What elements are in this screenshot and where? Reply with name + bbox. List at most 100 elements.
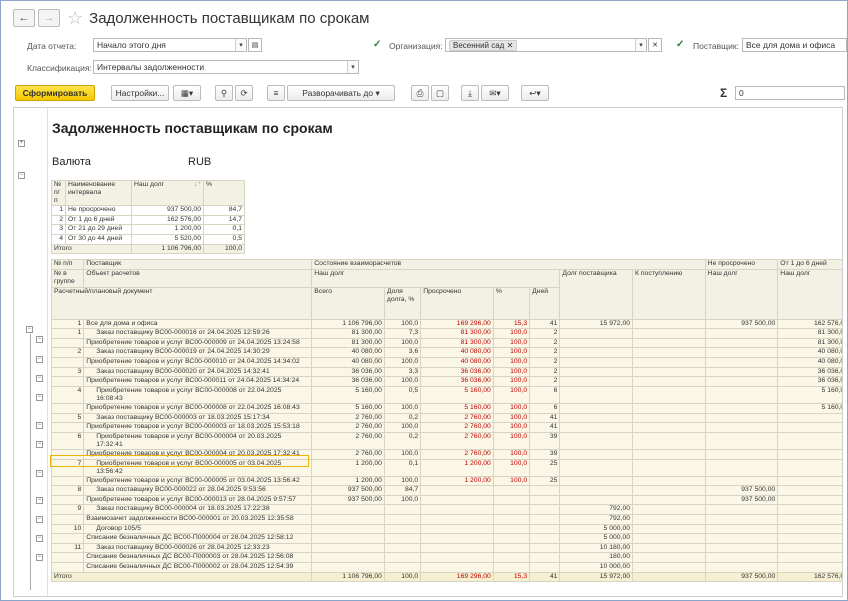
table-row[interactable]: 4 Приобретение товаров и услуг ВС00-00000… xyxy=(50,385,842,404)
expand-button[interactable]: Разворачивать до ▾ xyxy=(287,85,395,101)
clear-icon[interactable]: ✕ xyxy=(648,38,662,52)
collapse-icon[interactable]: − xyxy=(36,535,43,542)
header-supplier-debt: Долг поставщика xyxy=(559,268,634,320)
classification-field[interactable]: Интервалы задолженности ▾ xyxy=(93,60,359,74)
org-checkbox[interactable]: ✓ xyxy=(373,40,383,50)
table-row[interactable]: Приобретение товаров и услуг ВС00-000009… xyxy=(50,337,842,349)
row-1-6-days xyxy=(777,533,842,544)
collapse-icon[interactable]: − xyxy=(36,336,43,343)
chip-close-icon[interactable]: ✕ xyxy=(507,41,514,50)
row-days: 41 xyxy=(529,422,561,433)
search-icon[interactable]: ⚲ xyxy=(215,85,233,101)
table-row[interactable]: Взаимозачет задолженности ВС00-000001 от… xyxy=(50,514,842,525)
table-row[interactable]: 3 Заказ поставщику ВС00-000020 от 24.04.2… xyxy=(50,366,842,378)
row-1-6-days xyxy=(777,431,842,450)
table-row[interactable]: Списание безналичных ДС ВС00-П000002 от … xyxy=(50,562,842,573)
table-row[interactable]: Приобретение товаров и услуг ВС00-000008… xyxy=(50,402,842,414)
collapse-icon[interactable]: − xyxy=(18,172,25,179)
row-days xyxy=(529,552,561,564)
share-icon[interactable]: ↩▾ xyxy=(521,85,549,101)
table-row[interactable]: Приобретение товаров и услуг ВС00-000013… xyxy=(50,494,842,506)
collapse-icon[interactable]: − xyxy=(26,326,33,333)
row-days xyxy=(529,504,561,516)
print-icon[interactable]: ⎙ xyxy=(411,85,429,101)
collapse-icon[interactable]: − xyxy=(36,554,43,561)
table-row[interactable]: Списание безналичных ДС ВС00-П000004 от … xyxy=(50,533,842,544)
row-not-overdue xyxy=(704,328,779,339)
sort-icon[interactable]: ↓⁺ xyxy=(194,182,201,190)
table-row[interactable]: 6 Приобретение товаров и услуг ВС00-00000… xyxy=(50,431,842,450)
chevron-down-icon[interactable]: ▾ xyxy=(347,61,358,73)
collapse-icon[interactable]: − xyxy=(36,356,43,363)
collapse-icon[interactable]: − xyxy=(36,394,43,401)
table-row[interactable]: 9 Заказ поставщику ВС00-000004 от 18.03.2… xyxy=(50,504,842,516)
supplier-checkbox[interactable]: ✓ xyxy=(676,40,686,50)
collapse-icon[interactable]: − xyxy=(36,441,43,448)
table-row[interactable]: Списание безналичных ДС ВС00-П000003 от … xyxy=(50,552,842,564)
row-incoming xyxy=(632,412,706,424)
summary-row-pct: 84,7 xyxy=(203,205,245,216)
collapse-icon[interactable]: − xyxy=(36,497,43,504)
calendar-icon[interactable]: ▤ xyxy=(248,38,262,52)
row-overdue: 5 160,00 xyxy=(420,385,494,404)
star-icon[interactable]: ☆ xyxy=(67,9,83,27)
total-not-overdue: 937 500,00 xyxy=(704,571,779,583)
summary-header-debt[interactable]: Наш долг ↓⁺ xyxy=(131,179,204,207)
table-row[interactable]: Приобретение товаров и услуг ВС00-000005… xyxy=(50,475,842,487)
search-next-icon[interactable]: ⟳ xyxy=(235,85,253,101)
collapse-icon[interactable]: − xyxy=(36,516,43,523)
mail-icon[interactable]: ✉▾ xyxy=(481,85,509,101)
row-incoming xyxy=(632,356,706,368)
table-row[interactable]: Приобретение товаров и услуг ВС00-000010… xyxy=(50,356,842,368)
chevron-down-icon[interactable]: ▾ xyxy=(235,39,246,51)
collapse-icon[interactable]: ≡ xyxy=(267,85,285,101)
generate-button[interactable]: Сформировать xyxy=(15,85,95,101)
row-1-6-days xyxy=(777,494,842,506)
row-label: Списание безналичных ДС ВС00-П000002 от … xyxy=(83,562,313,573)
row-not-overdue: 937 500,00 xyxy=(704,318,779,330)
collapse-icon[interactable]: − xyxy=(36,470,43,477)
chevron-down-icon[interactable]: ▾ xyxy=(635,39,646,51)
collapse-icon[interactable]: − xyxy=(36,375,43,382)
row-label: Приобретение товаров и услуг ВС00-000013… xyxy=(83,494,313,506)
table-row[interactable]: 1 Заказ поставщику ВС00-000016 от 24.04.2… xyxy=(50,328,842,339)
summary-row-debt: 162 576,00 xyxy=(131,214,204,226)
header-share: Доля долга, % xyxy=(383,286,422,320)
variants-icon[interactable]: ▦▾ xyxy=(173,85,201,101)
report-area[interactable]: + − − − − − − − − − − − − − Задолженност… xyxy=(13,107,843,597)
total-incoming xyxy=(632,571,706,583)
summary-header-num: № п/п xyxy=(51,179,66,207)
row-total xyxy=(311,514,385,525)
sum-field[interactable]: 0 xyxy=(735,86,845,100)
table-row[interactable]: 8 Заказ поставщику ВС00-000022 от 28.04.2… xyxy=(50,485,842,496)
table-row[interactable]: 5 Заказ поставщику ВС00-000003 от 18.03.2… xyxy=(50,412,842,424)
table-row[interactable]: Приобретение товаров и услуг ВС00-000003… xyxy=(50,422,842,433)
arrow-right-icon[interactable]: → xyxy=(38,9,60,27)
table-row[interactable]: 1 Все для дома и офиса 1 106 796,00 100,0 16… xyxy=(50,318,842,330)
collapse-icon[interactable]: − xyxy=(36,422,43,429)
supplier-field[interactable]: Все для дома и офиса xyxy=(742,38,847,52)
download-icon[interactable]: ⤓ xyxy=(461,85,479,101)
table-row[interactable]: 10 Договор 105/5 5 000,00 xyxy=(50,523,842,535)
date-field[interactable]: Начало этого дня ▾ xyxy=(93,38,247,52)
table-row[interactable]: Приобретение товаров и услуг ВС00-000004… xyxy=(50,448,842,460)
table-row[interactable]: 2 Заказ поставщику ВС00-000019 от 24.04.2… xyxy=(50,347,842,358)
row-supplier-debt xyxy=(559,448,634,460)
table-row[interactable]: 11 Заказ поставщику ВС00-000026 от 28.04.… xyxy=(50,542,842,554)
row-num: 4 xyxy=(50,385,85,404)
arrow-left-icon[interactable]: ← xyxy=(13,9,35,27)
org-field[interactable]: Весенний сад ✕ ▾ xyxy=(445,38,647,52)
row-supplier-debt xyxy=(559,431,634,450)
settings-button[interactable]: Настройки... xyxy=(111,85,169,101)
table-row[interactable]: 7 Приобретение товаров и услуг ВС00-00000… xyxy=(50,458,842,477)
sigma-icon: Σ xyxy=(720,86,728,100)
preview-icon[interactable]: ▢ xyxy=(431,85,449,101)
row-not-overdue xyxy=(704,422,779,433)
row-num xyxy=(50,475,85,487)
row-share: 3,6 xyxy=(383,347,422,358)
table-row[interactable]: Приобретение товаров и услуг ВС00-000011… xyxy=(50,376,842,387)
row-total xyxy=(311,562,385,573)
row-num: 8 xyxy=(50,485,85,496)
expand-icon[interactable]: + xyxy=(18,140,25,147)
row-incoming xyxy=(632,562,706,573)
